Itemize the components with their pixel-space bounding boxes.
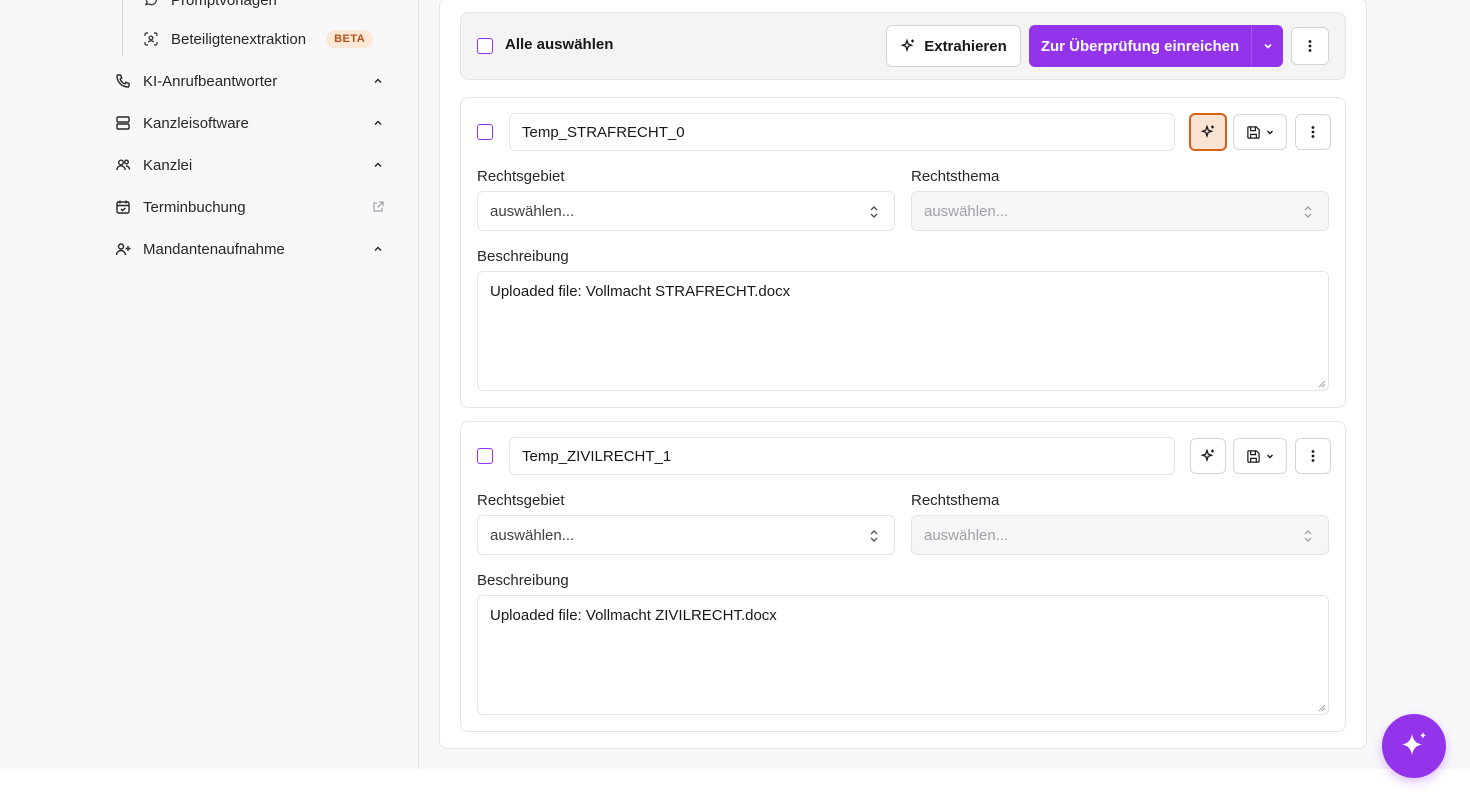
document-checkbox[interactable] [477, 448, 493, 464]
beschreibung-textarea[interactable]: Uploaded file: Vollmacht STRAFRECHT.docx [477, 271, 1329, 391]
submit-review-button[interactable]: Zur Überprüfung einreichen [1029, 25, 1251, 67]
sidebar-item-mandantenaufnahme[interactable]: Mandantenaufnahme [115, 235, 390, 263]
beschreibung-label: Beschreibung [477, 572, 569, 589]
resize-handle-icon[interactable] [1316, 702, 1326, 712]
sidebar-item-label: Mandantenaufnahme [143, 240, 285, 258]
user-plus-icon [115, 241, 131, 257]
more-vertical-icon [1311, 450, 1315, 462]
sidebar-item-kanzlei[interactable]: Kanzlei [115, 151, 390, 179]
rechtsgebiet-label: Rechtsgebiet [477, 168, 565, 185]
chevrons-up-down-icon [868, 204, 880, 220]
save-icon [1246, 449, 1260, 463]
rechtsthema-select[interactable]: auswählen... [911, 191, 1329, 231]
sidebar-item-ki-anrufbeantworter[interactable]: KI-Anrufbeantworter [115, 67, 390, 95]
more-vertical-icon [1308, 40, 1312, 52]
beschreibung-label: Beschreibung [477, 248, 569, 265]
more-vertical-icon [1311, 126, 1315, 138]
beschreibung-value: Uploaded file: Vollmacht STRAFRECHT.docx [490, 283, 791, 300]
rechtsthema-label: Rechtsthema [911, 492, 1000, 509]
server-icon [115, 115, 131, 131]
ai-extract-button[interactable] [1190, 438, 1226, 474]
ai-extract-button[interactable] [1189, 113, 1227, 151]
users-icon [115, 157, 131, 173]
beschreibung-textarea[interactable]: Uploaded file: Vollmacht ZIVILRECHT.docx [477, 595, 1329, 715]
save-dropdown-button[interactable] [1233, 114, 1287, 150]
beta-badge: BETA [326, 30, 374, 48]
phone-icon [115, 73, 131, 89]
chevron-up-icon[interactable] [371, 158, 385, 172]
calendar-check-icon [115, 199, 131, 215]
sparkles-icon [1200, 124, 1214, 139]
sidebar-item-label: Beteiligtenextraktion [171, 30, 307, 48]
chevrons-up-down-icon [868, 528, 880, 544]
rechtsgebiet-value: auswählen... [490, 526, 575, 544]
chevrons-up-down-icon [1302, 528, 1314, 544]
sidebar-item-label: KI-Anrufbeantworter [143, 72, 278, 90]
document-checkbox[interactable] [477, 124, 493, 140]
bulk-more-button[interactable] [1291, 27, 1329, 65]
select-all-checkbox[interactable] [477, 38, 493, 54]
sparkles-icon [1200, 448, 1214, 463]
select-all-label: Alle auswählen [505, 36, 614, 53]
chevrons-up-down-icon [1302, 204, 1314, 220]
sidebar-item-label: Kanzleisoftware [143, 114, 249, 132]
sparkle-icon [1402, 732, 1426, 755]
ai-assistant-fab[interactable] [1382, 714, 1446, 778]
sidebar: Promptvorlagen Beteiligtenextraktion BET… [0, 0, 419, 769]
submit-options-dropdown[interactable] [1251, 25, 1283, 67]
save-icon [1246, 125, 1260, 139]
sidebar-item-promptvorlagen[interactable]: Promptvorlagen [143, 0, 277, 12]
submenu-guide-line [122, 0, 123, 56]
rechtsgebiet-select[interactable]: auswählen... [477, 515, 895, 555]
rechtsthema-select[interactable]: auswählen... [911, 515, 1329, 555]
sidebar-item-label: Terminbuchung [143, 198, 246, 216]
chevron-down-icon [1266, 130, 1273, 135]
document-more-button[interactable] [1295, 114, 1331, 150]
chevron-down-icon [1266, 454, 1273, 459]
submit-review-label: Zur Überprüfung einreichen [1040, 37, 1240, 55]
rechtsgebiet-label: Rechtsgebiet [477, 492, 565, 509]
sparkles-icon [900, 38, 916, 54]
scan-face-icon [143, 31, 159, 47]
save-dropdown-button[interactable] [1233, 438, 1287, 474]
rechtsgebiet-value: auswählen... [490, 202, 575, 220]
resize-handle-icon[interactable] [1316, 378, 1326, 388]
sidebar-item-beteiligtenextraktion[interactable]: Beteiligtenextraktion BETA [143, 27, 374, 51]
chevron-up-icon[interactable] [371, 242, 385, 256]
external-link-icon[interactable] [371, 200, 385, 214]
chevron-down-icon [1263, 43, 1272, 49]
rechtsthema-label: Rechtsthema [911, 168, 1000, 185]
chevron-up-icon[interactable] [371, 116, 385, 130]
sidebar-item-label: Kanzlei [143, 156, 193, 174]
rechtsgebiet-select[interactable]: auswählen... [477, 191, 895, 231]
document-more-button[interactable] [1295, 438, 1331, 474]
sidebar-item-label: Promptvorlagen [171, 0, 277, 9]
sidebar-item-kanzleisoftware[interactable]: Kanzleisoftware [115, 109, 390, 137]
sidebar-item-terminbuchung[interactable]: Terminbuchung [115, 193, 390, 221]
document-name-input[interactable]: Temp_ZIVILRECHT_1 [509, 437, 1175, 475]
extract-button-label: Extrahieren [924, 37, 1007, 55]
document-name-input[interactable]: Temp_STRAFRECHT_0 [509, 113, 1175, 151]
chat-icon [143, 0, 159, 8]
chevron-up-icon[interactable] [371, 74, 385, 88]
extract-button[interactable]: Extrahieren [886, 25, 1021, 67]
rechtsthema-value: auswählen... [924, 526, 1009, 544]
footer-strip [0, 769, 1470, 802]
beschreibung-value: Uploaded file: Vollmacht ZIVILRECHT.docx [490, 607, 777, 624]
rechtsthema-value: auswählen... [924, 202, 1009, 220]
